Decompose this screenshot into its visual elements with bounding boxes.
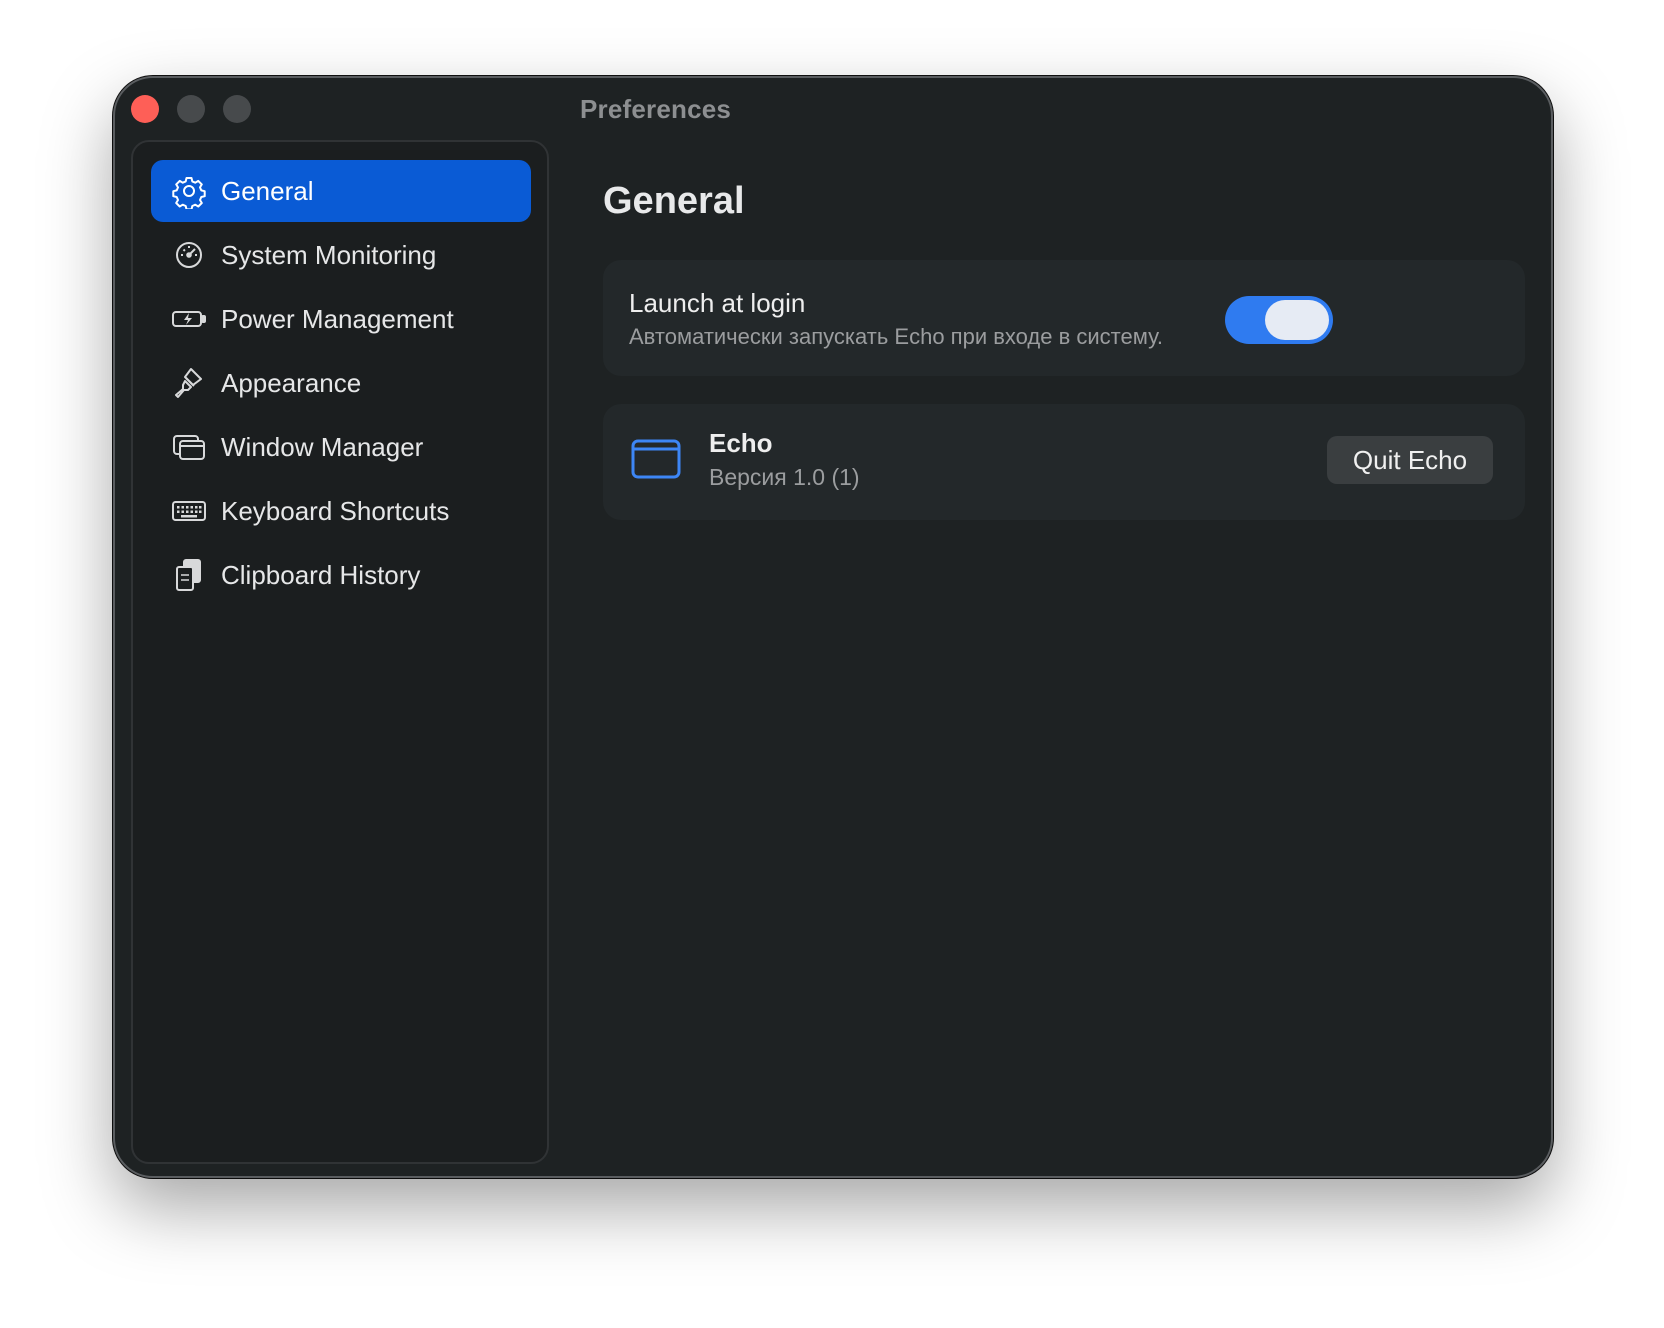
minimize-window-button[interactable] [177,95,205,123]
sidebar-nav: General System Monitoring Power Manageme… [151,160,531,608]
sidebar-item-power-management[interactable]: Power Management [151,288,531,350]
launch-at-login-title: Launch at login [629,288,806,318]
sidebar-item-general[interactable]: General [151,160,531,222]
sidebar-item-label: Window Manager [221,431,424,462]
toggle-knob [1265,300,1329,340]
sidebar-item-label: Appearance [221,367,362,398]
sidebar-item-appearance[interactable]: Appearance [151,352,531,414]
sidebar-item-keyboard-shortcuts[interactable]: Keyboard Shortcuts [151,480,531,542]
sidebar-item-label: System Monitoring [221,239,437,270]
desktop-background: Preferences General System Monitoring Po… [0,0,1664,1328]
app-info-card: Echo Версия 1.0 (1) Quit Echo [603,404,1525,520]
paintbrush-icon [169,363,209,403]
gauge-icon [169,235,209,275]
main-content: General Launch at login Автоматически за… [565,140,1551,1176]
keyboard-icon [169,491,209,531]
sidebar-item-system-monitoring[interactable]: System Monitoring [151,224,531,286]
gear-icon [169,171,209,211]
zoom-window-button[interactable] [223,95,251,123]
launch-at-login-description: Автоматически запускать Echo при входе в… [629,324,1164,349]
battery-charging-icon [169,299,209,339]
clipboard-icon [169,555,209,595]
sidebar-item-label: General [221,175,314,206]
close-window-button[interactable] [131,95,159,123]
sidebar-item-clipboard-history[interactable]: Clipboard History [151,544,531,606]
app-window-icon [631,439,681,479]
window-title: Preferences [580,94,732,124]
sidebar-item-label: Clipboard History [221,559,421,590]
app-name: Echo [709,428,773,458]
title-bar[interactable]: Preferences [115,78,1551,140]
launch-at-login-card: Launch at login Автоматически запускать … [603,260,1525,376]
preferences-window: Preferences General System Monitoring Po… [113,76,1553,1178]
page-title: General [603,180,745,222]
quit-app-button[interactable]: Quit Echo [1327,436,1493,484]
sidebar: General System Monitoring Power Manageme… [131,140,549,1164]
launch-at-login-toggle[interactable] [1225,296,1333,344]
windows-icon [169,427,209,467]
sidebar-item-window-manager[interactable]: Window Manager [151,416,531,478]
app-version: Версия 1.0 (1) [709,464,860,490]
sidebar-item-label: Keyboard Shortcuts [221,495,450,526]
sidebar-item-label: Power Management [221,303,454,334]
